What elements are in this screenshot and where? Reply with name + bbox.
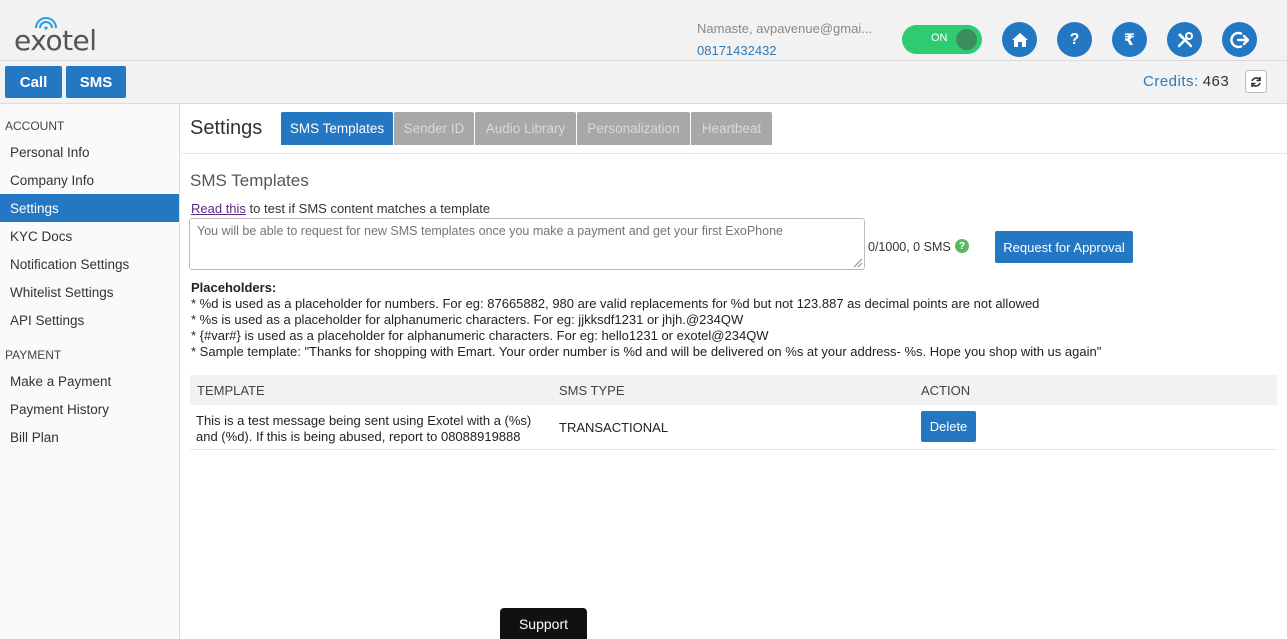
template-text-line-1: This is a test message being sent using …	[196, 413, 532, 428]
sidebar-item-notification-settings[interactable]: Notification Settings	[0, 250, 179, 278]
placeholder-line-s: * %s is used as a placeholder for alphan…	[191, 312, 744, 327]
logout-icon	[1229, 31, 1249, 48]
help-button[interactable]: ?	[1057, 22, 1092, 57]
sidebar-item-personal-info[interactable]: Personal Info	[0, 138, 179, 166]
read-this-text: to test if SMS content matches a templat…	[245, 201, 491, 216]
sms-button[interactable]: SMS	[66, 66, 126, 98]
sidebar-heading-payment: PAYMENT	[5, 348, 62, 362]
templates-table-header	[190, 375, 1277, 405]
column-header-template: TEMPLATE	[197, 383, 265, 398]
user-phone-number[interactable]: 08171432432	[697, 43, 777, 58]
rupee-icon: ₹	[1123, 31, 1136, 49]
refresh-icon	[1251, 76, 1261, 87]
tools-icon	[1177, 31, 1193, 47]
sidebar-item-whitelist-settings[interactable]: Whitelist Settings	[0, 278, 179, 306]
table-row-divider	[190, 449, 1277, 450]
tab-sender-id[interactable]: Sender ID	[394, 112, 474, 145]
delete-template-button[interactable]: Delete	[921, 411, 976, 442]
top-header: exotel Namaste, avpavenue@gmai... 081714…	[0, 0, 1287, 104]
placeholder-line-d: * %d is used as a placeholder for number…	[191, 296, 1040, 311]
sms-template-input[interactable]	[189, 218, 865, 270]
sidebar-item-make-payment[interactable]: Make a Payment	[0, 367, 179, 395]
credits-display: Credits: 463	[1143, 73, 1229, 90]
sidebar-item-payment-history[interactable]: Payment History	[0, 395, 179, 423]
header-divider	[0, 60, 1287, 61]
column-header-sms-type: SMS TYPE	[559, 383, 625, 398]
refresh-credits-button[interactable]	[1245, 70, 1267, 93]
sidebar-item-company-info[interactable]: Company Info	[0, 166, 179, 194]
read-this-link[interactable]: Read this	[191, 201, 246, 216]
page-title: Settings	[190, 117, 263, 139]
home-button[interactable]	[1002, 22, 1037, 57]
home-icon	[1011, 32, 1028, 47]
tab-divider	[181, 153, 1287, 154]
call-button[interactable]: Call	[5, 66, 62, 98]
toggle-label: ON	[931, 32, 948, 44]
sidebar-item-settings[interactable]: Settings	[0, 194, 179, 222]
tab-heartbeat[interactable]: Heartbeat	[691, 112, 772, 145]
column-header-action: ACTION	[921, 383, 971, 398]
tab-audio-library[interactable]: Audio Library	[475, 112, 576, 145]
user-greeting: Namaste, avpavenue@gmai...	[697, 21, 873, 36]
sidebar: ACCOUNT Personal Info Company Info Setti…	[0, 104, 180, 639]
sidebar-heading-account: ACCOUNT	[5, 119, 65, 133]
character-count: 0/1000, 0 SMS	[868, 240, 951, 254]
tab-sms-templates[interactable]: SMS Templates	[281, 112, 393, 145]
placeholder-line-var: * {#var#} is used as a placeholder for a…	[191, 328, 769, 343]
sidebar-item-bill-plan[interactable]: Bill Plan	[0, 423, 179, 451]
logout-button[interactable]	[1222, 22, 1257, 57]
placeholders-title: Placeholders:	[191, 280, 277, 295]
request-approval-button[interactable]: Request for Approval	[995, 231, 1133, 263]
tab-personalization[interactable]: Personalization	[577, 112, 690, 145]
sms-type-value: TRANSACTIONAL	[559, 420, 669, 435]
template-text-line-2: and (%d). If this is being abused, repor…	[196, 429, 521, 444]
placeholder-line-sample: * Sample template: "Thanks for shopping …	[191, 344, 1102, 359]
help-icon: ?	[1069, 30, 1080, 48]
sidebar-item-api-settings[interactable]: API Settings	[0, 306, 179, 334]
resize-grip-icon[interactable]	[853, 258, 863, 268]
sidebar-item-kyc-docs[interactable]: KYC Docs	[0, 222, 179, 250]
payment-button[interactable]: ₹	[1112, 22, 1147, 57]
tools-button[interactable]	[1167, 22, 1202, 57]
credits-value: 463	[1202, 73, 1230, 90]
section-heading: SMS Templates	[190, 171, 309, 190]
support-button[interactable]: Support	[500, 608, 587, 639]
toggle-knob	[956, 29, 977, 50]
logo-text: exotel	[14, 24, 97, 57]
exotel-logo[interactable]: exotel	[14, 17, 114, 58]
availability-toggle[interactable]: ON	[902, 25, 982, 54]
sms-count-help-icon[interactable]: ?	[955, 239, 969, 253]
credits-label: Credits:	[1143, 73, 1199, 90]
read-this-line: Read this to test if SMS content matches…	[191, 201, 490, 216]
